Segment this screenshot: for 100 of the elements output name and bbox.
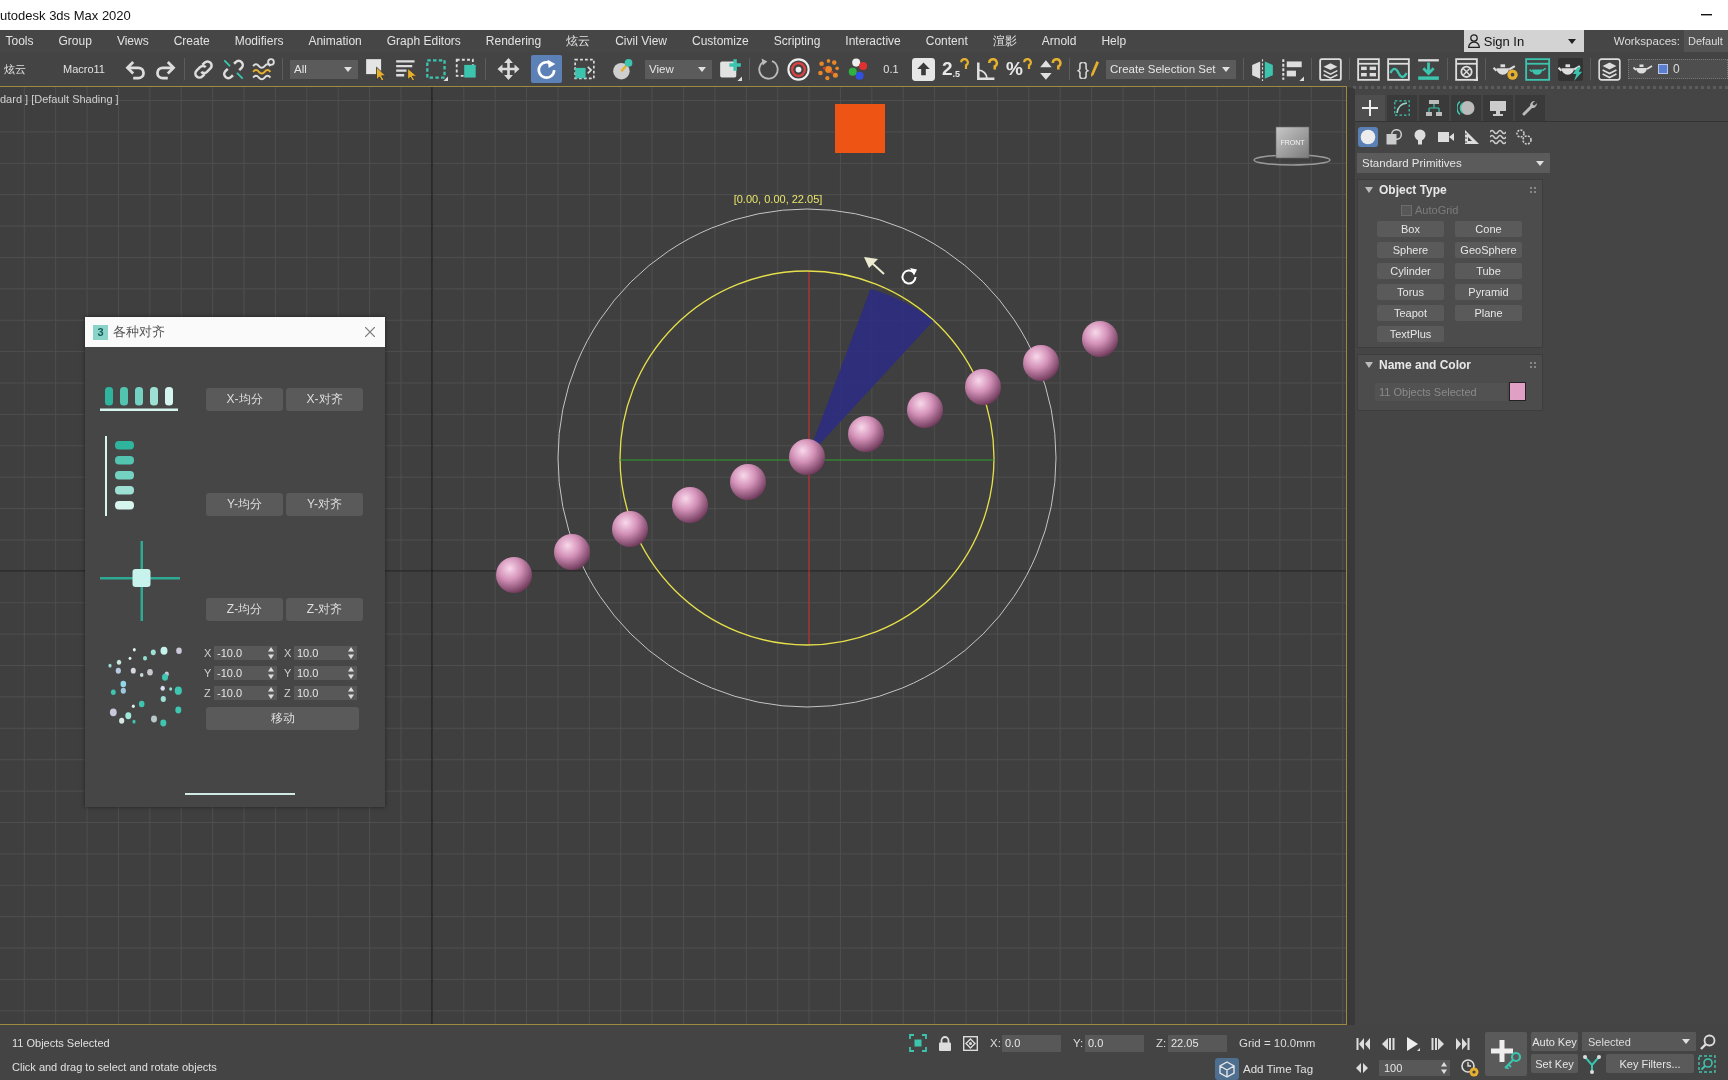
spinner-arrows-icon[interactable] (1441, 1061, 1447, 1074)
triangle-ruler-icon[interactable] (1462, 127, 1482, 147)
coordinate-system-dropdown[interactable]: View (645, 59, 712, 79)
go-to-start-icon[interactable] (1356, 1036, 1370, 1051)
download-tray-icon[interactable] (1417, 57, 1441, 81)
close-icon[interactable] (365, 327, 375, 337)
menu-item[interactable]: Animation (295, 30, 375, 52)
command-panel-tab[interactable] (1355, 95, 1385, 121)
layer-dropdown[interactable]: 0 (1627, 59, 1728, 79)
sphere-icon[interactable] (1358, 127, 1378, 147)
percent-snap-button[interactable]: % (1006, 57, 1032, 81)
menu-item[interactable]: Views (104, 30, 162, 52)
layers-icon[interactable] (1597, 57, 1621, 81)
menu-item[interactable]: 渲影 (980, 30, 1030, 52)
dialog-button[interactable]: Z-均分 (206, 598, 283, 621)
object-type-button[interactable]: Cone (1455, 221, 1522, 237)
object-type-button[interactable]: Plane (1455, 305, 1522, 321)
key-mode-dropdown[interactable]: Selected (1582, 1032, 1696, 1051)
object-type-button[interactable]: TextPlus (1377, 326, 1444, 342)
wave-link-icon[interactable] (252, 57, 275, 81)
collapse-triangle-icon[interactable] (1365, 362, 1373, 368)
menu-item[interactable]: Group (46, 30, 105, 52)
frame-field[interactable]: 100 (1379, 1059, 1450, 1076)
vertical-axis-line[interactable] (808, 271, 810, 645)
menu-item[interactable]: Rendering (473, 30, 554, 52)
isolate-selection-icon[interactable] (909, 1034, 927, 1052)
pivot-center-icon[interactable] (719, 57, 742, 81)
grid-window-icon[interactable] (1357, 57, 1381, 81)
object-type-button[interactable]: Box (1377, 221, 1444, 237)
rollout-title[interactable]: Name and Color (1379, 358, 1524, 372)
viewport-label[interactable]: dard ] [Default Shading ] (0, 93, 119, 105)
spinner-arrows-icon[interactable] (268, 687, 274, 699)
link-icon[interactable] (192, 57, 215, 81)
next-frame-icon[interactable] (1431, 1036, 1445, 1051)
menu-item[interactable]: Create (161, 30, 223, 52)
toolbar-text-button[interactable]: 0.1 (877, 57, 905, 81)
outer-rotation-ring[interactable] (557, 208, 1057, 708)
workspace-dropdown[interactable]: Default (1684, 30, 1728, 52)
rectangle-selection-icon[interactable] (425, 57, 448, 81)
rotate-icon[interactable] (531, 55, 562, 83)
add-time-tag-button[interactable]: Add Time Tag (1215, 1058, 1314, 1080)
spinner-field[interactable]: 10.0 (294, 646, 357, 660)
sign-in-dropdown[interactable]: Sign In (1463, 30, 1584, 52)
angle-snap-icon[interactable] (976, 57, 1000, 81)
circular-arrow-icon[interactable] (757, 57, 780, 81)
collapse-triangle-icon[interactable] (1365, 187, 1373, 193)
snap-toggle-button[interactable]: 2$_{.5}$ (942, 57, 970, 81)
rotation-ring[interactable] (619, 270, 995, 646)
toolbar-text-button[interactable]: Macro11 (51, 57, 117, 81)
object-type-button[interactable]: Cylinder (1377, 263, 1444, 279)
target-icon[interactable] (787, 57, 810, 81)
key-filters-button[interactable]: Key Filters... (1606, 1054, 1694, 1073)
move-button[interactable]: 移动 (206, 707, 359, 730)
object-type-button[interactable]: Tube (1455, 263, 1522, 279)
command-panel-tab[interactable] (1419, 95, 1449, 121)
render-icon[interactable] (1557, 57, 1583, 81)
clock-gear-icon[interactable] (1461, 1058, 1479, 1077)
object-type-button[interactable]: Torus (1377, 284, 1444, 300)
minimize-icon[interactable] (1701, 14, 1712, 16)
spinner-arrows-icon[interactable] (268, 647, 274, 659)
command-panel-tab[interactable] (1515, 95, 1545, 121)
color-balls-icon[interactable] (847, 57, 870, 81)
object-type-button[interactable]: GeoSphere (1455, 242, 1522, 258)
color-swatch[interactable] (1509, 382, 1526, 401)
rendered-frame-icon[interactable] (1525, 57, 1551, 81)
dialog-button[interactable]: X-对齐 (286, 388, 363, 411)
menu-item[interactable]: Arnold (1029, 30, 1089, 52)
go-to-end-icon[interactable] (1456, 1036, 1470, 1051)
play-icon[interactable] (1406, 1036, 1420, 1051)
key-filter-icon[interactable] (1582, 1053, 1602, 1074)
menu-item[interactable]: Interactive (832, 30, 914, 52)
menu-item[interactable]: Tools (0, 30, 46, 52)
spinner-field[interactable]: 10.0 (294, 686, 357, 700)
viewcube[interactable] (1253, 126, 1331, 166)
spinner-arrows-icon[interactable] (268, 667, 274, 679)
horizontal-axis-line[interactable] (619, 459, 995, 461)
selection-set-dropdown[interactable]: Create Selection Set (1106, 59, 1237, 79)
shapes-icon[interactable] (1384, 127, 1404, 147)
object-type-button[interactable]: Pyramid (1455, 284, 1522, 300)
dialog-button[interactable]: X-均分 (206, 388, 283, 411)
coordinate-field[interactable]: 22.05 (1168, 1034, 1227, 1052)
previous-frame-icon[interactable] (1381, 1036, 1395, 1051)
command-panel-tab[interactable] (1451, 95, 1481, 121)
menu-item[interactable]: Help (1088, 30, 1139, 52)
transform-mode-icon[interactable] (963, 1035, 978, 1051)
select-object-icon[interactable] (365, 57, 388, 81)
spinner-field[interactable]: 10.0 (294, 666, 357, 680)
dialog-button[interactable]: Y-对齐 (286, 493, 363, 516)
toolbar-text-button[interactable]: 炫云 (4, 57, 44, 81)
command-panel-tab[interactable] (1483, 95, 1513, 121)
spinner-arrows-icon[interactable] (348, 667, 354, 679)
spinner-arrows-icon[interactable] (348, 687, 354, 699)
command-panel-tab[interactable] (1387, 95, 1417, 121)
dialog-button[interactable]: Y-均分 (206, 493, 283, 516)
waves-icon[interactable] (1488, 127, 1508, 147)
rollout-title[interactable]: Object Type (1379, 183, 1524, 197)
object-type-button[interactable]: Sphere (1377, 242, 1444, 258)
object-category-dropdown[interactable]: Standard Primitives (1357, 153, 1550, 173)
menu-item[interactable]: Scripting (761, 30, 833, 52)
spinner-snap-icon[interactable] (1039, 57, 1062, 81)
